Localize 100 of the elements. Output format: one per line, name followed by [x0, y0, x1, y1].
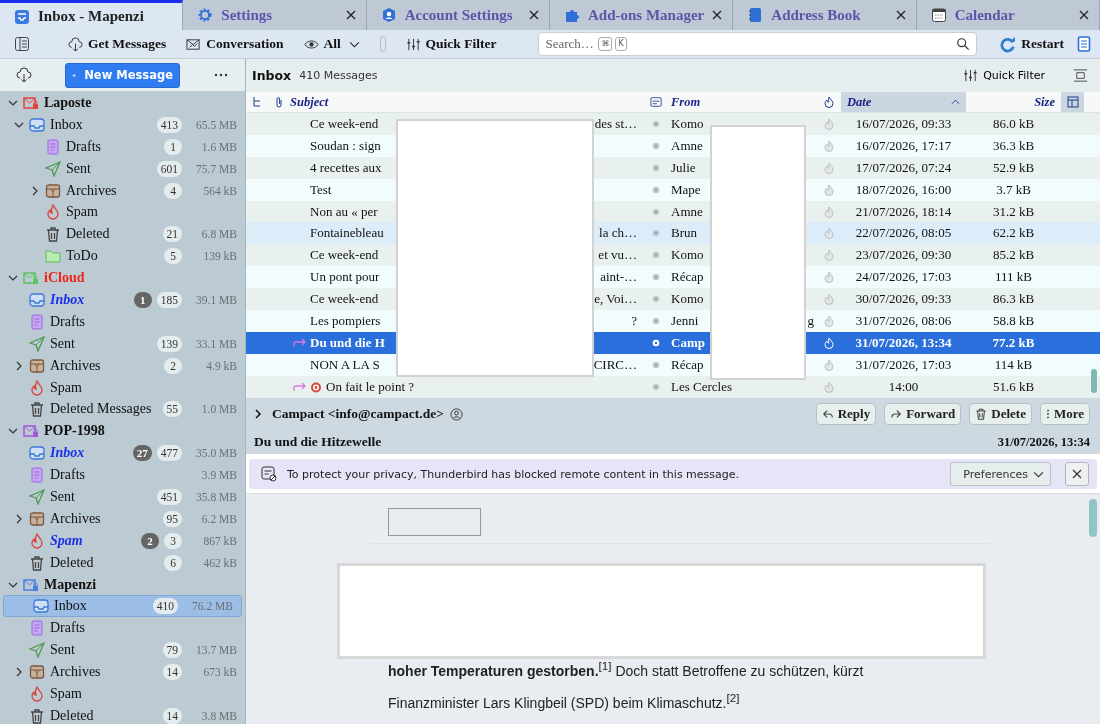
folder-item[interactable]: Drafts 3.9 MB [0, 464, 245, 487]
quick-filter-button[interactable]: Quick Filter [957, 67, 1051, 84]
chevron-icon[interactable] [14, 513, 24, 524]
folder-item[interactable]: Drafts [0, 310, 245, 333]
date-text: 31/07/2026, 17:03 [855, 356, 952, 373]
folder-item[interactable]: Sent 451 35.8 MB [0, 486, 245, 508]
status-dot-icon[interactable] [652, 316, 660, 325]
tab[interactable]: Inbox - Mapenzi [0, 0, 184, 30]
inbox-icon [29, 291, 45, 308]
folder-item[interactable]: Spam 2 3 867 kB [0, 529, 245, 552]
cloud-download-icon[interactable] [16, 67, 32, 83]
view-filter-button[interactable]: All [295, 34, 368, 54]
date-text: 17/07/2026, 07:24 [855, 159, 952, 176]
folder-item[interactable]: Drafts 1 1.6 MB [0, 135, 245, 158]
folder-item[interactable]: Deleted 14 3.8 MB [0, 704, 245, 724]
folder-item[interactable]: Inbox 1 185 39.1 MB [0, 289, 245, 311]
column-header[interactable]: From [671, 94, 701, 110]
folder-item[interactable]: Archives 95 6.2 MB [0, 507, 245, 530]
sidebar-toggle-icon[interactable] [14, 36, 30, 52]
close-icon[interactable] [895, 10, 906, 20]
get-messages-button[interactable]: Get Messages [60, 34, 175, 54]
column-header[interactable]: Subject [290, 94, 329, 110]
message-action-button[interactable]: Delete [969, 403, 1032, 425]
status-dot-icon[interactable] [652, 141, 660, 150]
expand-icon[interactable] [254, 409, 262, 419]
folder-icon [45, 248, 61, 265]
status-dot-icon[interactable] [652, 229, 660, 238]
folder-item[interactable]: Spam [0, 683, 245, 705]
flame-icon[interactable] [822, 96, 835, 108]
column-header[interactable]: Date [841, 92, 966, 112]
folder-item[interactable]: ToDo 5 139 kB [0, 245, 245, 268]
reply-icon [821, 408, 834, 420]
folder-item[interactable]: Inbox 27 477 35.0 MB [0, 442, 245, 465]
contact-icon[interactable] [449, 407, 463, 421]
account-name[interactable]: Mapenzi [44, 576, 97, 593]
status-dot-icon[interactable] [652, 251, 660, 260]
preferences-button[interactable]: Preferences [950, 462, 1051, 486]
flame-icon[interactable] [822, 336, 835, 349]
trash-icon [29, 707, 45, 724]
message-count: 410 [152, 598, 178, 615]
folder-item[interactable]: Deleted 6 462 kB [0, 551, 245, 574]
document-icon[interactable] [1076, 36, 1092, 52]
status-dot-icon[interactable] [652, 338, 660, 347]
status-icon[interactable] [650, 96, 662, 108]
folder-item[interactable]: Archives 4 564 kB [0, 179, 245, 202]
status-dot-icon[interactable] [652, 273, 660, 282]
close-icon[interactable] [345, 10, 356, 20]
close-icon[interactable] [529, 10, 539, 20]
layout-icon[interactable] [1073, 68, 1088, 83]
scrollbar-thumb[interactable] [1089, 499, 1097, 537]
new-message-button[interactable]: New Message [65, 62, 180, 88]
folder-item[interactable]: Inbox 413 65.5 MB [0, 113, 245, 136]
folder-item[interactable]: Archives 14 673 kB [0, 661, 245, 684]
paper-plane-icon [45, 160, 61, 177]
date-text: 30/07/2026, 09:33 [855, 291, 952, 308]
close-button[interactable] [1065, 462, 1089, 486]
folder-item[interactable]: Sent 139 33.1 MB [0, 332, 245, 355]
status-dot-icon[interactable] [652, 163, 660, 172]
folder-item[interactable]: Spam [0, 201, 245, 224]
message-action-button[interactable]: More [1039, 403, 1090, 425]
folder-item[interactable]: Deleted Messages 55 1.0 MB [0, 398, 245, 421]
sender-name[interactable]: Campact <info@campact.de> [272, 406, 444, 422]
subject-text: CIRC… [593, 356, 637, 373]
paperclip-icon[interactable] [273, 96, 285, 108]
conversation-button[interactable]: Conversation [178, 34, 292, 54]
folder-item[interactable]: Drafts [0, 617, 245, 640]
size-text: 114 kB [994, 356, 1033, 373]
message-count: 601 [156, 160, 182, 177]
status-dot-icon[interactable] [652, 207, 660, 216]
message-action-button[interactable]: Forward [884, 403, 962, 425]
folder-item[interactable]: Inbox 410 76.2 MB [3, 595, 242, 618]
message-action-button[interactable]: Reply [815, 403, 877, 425]
folder-item[interactable]: Deleted 21 6.8 MB [0, 223, 245, 246]
search-field[interactable]: Search… [545, 36, 596, 52]
chevron-icon[interactable] [14, 667, 24, 678]
account-name[interactable]: Laposte [44, 94, 92, 111]
close-icon[interactable] [712, 10, 723, 20]
unread-count: 2 [141, 532, 159, 549]
status-dot-icon[interactable] [652, 119, 660, 128]
folder-item[interactable]: Spam [0, 376, 245, 399]
column-picker-icon[interactable] [1066, 96, 1079, 108]
folder-item[interactable]: Sent 79 13.7 MB [0, 639, 245, 662]
chevron-icon[interactable] [30, 185, 40, 196]
trash-icon [45, 226, 61, 243]
column-header[interactable]: Size [1034, 94, 1055, 110]
scrollbar-thumb[interactable] [1091, 369, 1097, 393]
status-dot-icon[interactable] [652, 185, 660, 194]
restart-button[interactable]: Restart [991, 33, 1072, 55]
folder-item[interactable]: Archives 2 4.9 kB [0, 354, 245, 377]
status-dot-icon[interactable] [652, 295, 660, 304]
status-dot-icon[interactable] [652, 360, 660, 369]
close-icon[interactable] [1078, 10, 1089, 20]
status-dot-icon[interactable] [652, 382, 660, 391]
folder-item[interactable]: Sent 601 75.7 MB [0, 157, 245, 180]
size-text: 58.8 kB [992, 312, 1035, 329]
folder-size: 673 kB [202, 666, 237, 679]
account-name[interactable]: POP-1998 [44, 423, 105, 440]
chevron-icon[interactable] [14, 360, 24, 371]
quick-filter-button[interactable]: Quick Filter [397, 34, 505, 54]
thread-icon[interactable] [251, 96, 263, 108]
